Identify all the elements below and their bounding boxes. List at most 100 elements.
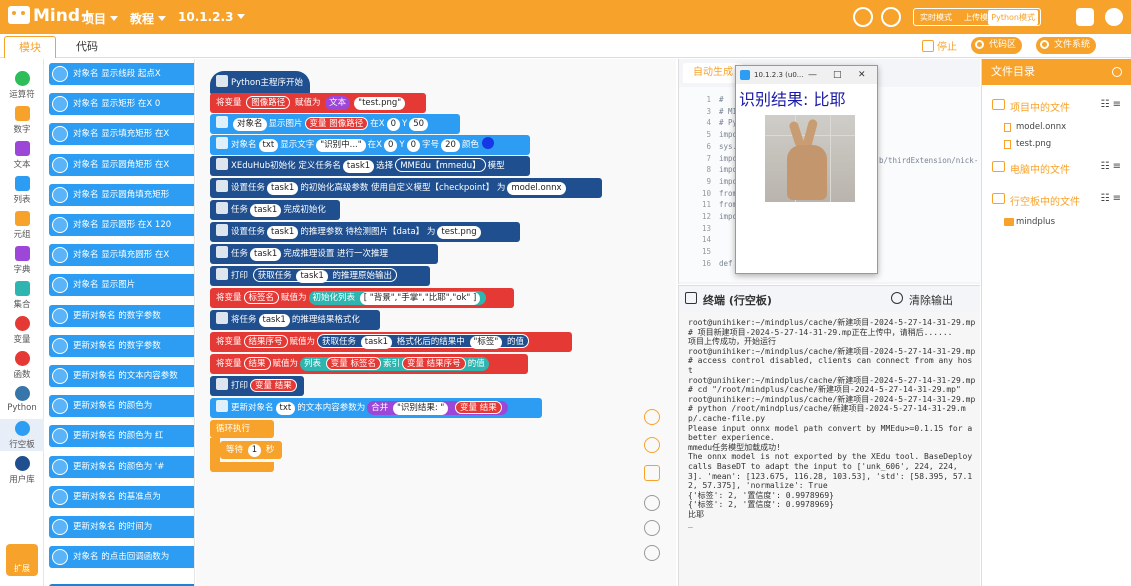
category-2[interactable]: 文本	[0, 139, 44, 171]
line-number: 6	[706, 141, 711, 151]
connect-icon[interactable]	[853, 7, 873, 27]
block-xeduhub-init[interactable]: XEduHub初始化 定义任务名 task1 选择 MMEdu【mmedu】 模型	[210, 156, 530, 176]
tab-auto-generate[interactable]: 自动生成	[683, 63, 743, 83]
block-set-infer-params[interactable]: 设置任务 task1 的推理参数 待检测图片【data】 为 test.png	[210, 222, 520, 242]
pc-files-section[interactable]: 电脑中的文件	[992, 161, 1070, 176]
terminal-line: _	[688, 519, 693, 529]
block-flyout: 对象名 显示线段 起点X 对象名 显示矩形 在X 0 对象名 显示填充矩形 在X 对象…	[45, 59, 195, 586]
menu-project[interactable]: 项目	[82, 10, 119, 27]
flyout-block[interactable]: 对象名 显示矩形 在X 0	[49, 93, 194, 116]
file-item[interactable]: test.png	[1002, 139, 1051, 149]
block-loop-forever[interactable]: 循环执行	[210, 420, 274, 438]
clear-icon[interactable]	[891, 292, 903, 304]
pc-section-actions[interactable]: ☷ ≡	[1100, 161, 1121, 172]
block-format-result[interactable]: 将任务 task1 的推理结果格式化	[210, 310, 380, 330]
category-6[interactable]: 集合	[0, 279, 44, 311]
block-workspace[interactable]: Python主程序开始 将变量 图像路径 赋值为 文本 "test.png" 对象…	[196, 59, 676, 586]
block-update-text[interactable]: 更新对象名 txt 的文本内容参数为 合并 "识别结果: " 变量 结果	[210, 398, 542, 418]
flyout-block[interactable]: 对象名 显示圆角矩形 在X	[49, 153, 194, 176]
flyout-block[interactable]: 对象名 显示填充圆形 在X	[49, 244, 194, 267]
minimize-icon[interactable]: —	[808, 66, 817, 84]
category-0[interactable]: 运算符	[0, 69, 44, 101]
block-set-init-params[interactable]: 设置任务 task1 的初始化高级参数 使用自定义模型【checkpoint】 为m…	[210, 178, 602, 198]
flyout-block[interactable]: 对象名 显示填充矩形 在X	[49, 123, 194, 146]
cube-icon	[216, 224, 228, 236]
board-section-actions[interactable]: ☷ ≡	[1100, 193, 1121, 204]
category-4[interactable]: 元组	[0, 209, 44, 241]
stop-button[interactable]: 停止	[922, 38, 957, 53]
flyout-block[interactable]: 更新对象名 的文本内容参数	[49, 365, 194, 387]
category-3[interactable]: 列表	[0, 174, 44, 206]
zoom-out-icon[interactable]	[644, 520, 660, 536]
code-area-button[interactable]: 代码区	[971, 37, 1023, 54]
zoom-reset-icon[interactable]	[644, 545, 660, 561]
window-title-bar[interactable]: 10.1.2.3 (u0... — □ ✕	[736, 66, 877, 84]
crop-icon[interactable]	[644, 465, 660, 481]
gear-icon[interactable]	[1105, 8, 1123, 26]
close-icon[interactable]: ✕	[858, 66, 866, 84]
block-main-start[interactable]: Python主程序开始	[210, 71, 310, 95]
terminal-output[interactable]: root@unihiker:~/mindplus/cache/新建项目-2024…	[678, 312, 980, 586]
flyout-block[interactable]: 更新对象名 的时间为	[49, 516, 194, 538]
project-section-actions[interactable]: ☷ ≡	[1100, 99, 1121, 110]
category-1[interactable]: 数字	[0, 104, 44, 136]
flyout-block[interactable]: 对象名 显示圆形 在X 120	[49, 214, 194, 236]
extension-button[interactable]: 扩展	[6, 544, 38, 576]
flyout-block[interactable]: 更新对象名 的数字参数	[49, 334, 194, 357]
board-files-section[interactable]: 行空板中的文件	[992, 193, 1080, 208]
project-files-section[interactable]: 项目中的文件	[992, 99, 1070, 114]
flyout-block[interactable]: 对象名 显示线段 起点X	[49, 63, 194, 85]
category-8[interactable]: 函数	[0, 349, 44, 381]
mode-python[interactable]: Python模式	[988, 10, 1038, 25]
edit-icon[interactable]	[881, 7, 901, 27]
flyout-block[interactable]: 更新对象名 的颜色为 '#	[49, 455, 194, 478]
category-11[interactable]: 用户库	[0, 454, 44, 486]
flyout-block[interactable]: 更新对象名 的基准点为	[49, 485, 194, 508]
category-9[interactable]: Python	[0, 384, 44, 416]
python-icon	[216, 75, 228, 87]
file-system-button[interactable]: 文件系统	[1036, 37, 1097, 54]
block-show-image[interactable]: 对象名 显示图片 变量 图像路径 在X 0 Y 50	[210, 114, 460, 134]
block-set-result[interactable]: 将变量 结果 赋值为 列表 变量 标签名 索引 变量 结果序号 的值	[210, 354, 528, 374]
block-set-image-path[interactable]: 将变量 图像路径 赋值为 文本 "test.png"	[210, 93, 426, 113]
redo-icon[interactable]	[644, 437, 660, 453]
terminal-line: root@unihiker:~/mindplus/cache/新建项目-2024…	[688, 394, 976, 423]
block-task-init-done[interactable]: 任务 task1 完成初始化	[210, 200, 340, 220]
category-label: 元组	[13, 230, 31, 240]
flyout-block[interactable]: 对象名 显示图片	[49, 274, 194, 297]
folder-item[interactable]: mindplus	[1002, 217, 1055, 227]
block-wait[interactable]: 等待 1 秒	[220, 441, 282, 459]
maximize-icon[interactable]: □	[833, 66, 842, 84]
flyout-block[interactable]: 对象名 的点击回调函数为	[49, 546, 194, 569]
flyout-block[interactable]: 更新对象名 的颜色为	[49, 395, 194, 418]
hand-gesture-image	[765, 115, 855, 202]
category-5[interactable]: 字典	[0, 244, 44, 276]
block-set-result-index[interactable]: 将变量 结果序号 赋值为 获取任务 task1 格式化后的结果中 "标签" 的值	[210, 332, 572, 352]
zoom-in-icon[interactable]	[644, 495, 660, 511]
robot-avatar-icon[interactable]	[1076, 8, 1094, 26]
file-directory-panel: 文件目录 项目中的文件 ☷ ≡ model.onnx test.png 电脑中的…	[981, 59, 1131, 586]
file-item[interactable]: model.onnx	[1002, 122, 1066, 132]
flyout-block[interactable]: 更新对象名 的数字参数	[49, 304, 194, 327]
category-7[interactable]: 变量	[0, 314, 44, 346]
flyout-block[interactable]: 对象名 显示圆角填充矩形	[49, 183, 194, 206]
tab-blocks[interactable]: 模块	[4, 36, 56, 58]
cube-icon	[216, 158, 228, 170]
menu-tutorial[interactable]: 教程	[130, 10, 167, 27]
block-set-label-list[interactable]: 将变量 标签名 赋值为 初始化列表 [ "背景","手掌","比耶","ok" ]	[210, 288, 514, 308]
category-icon	[14, 316, 30, 331]
menu-version[interactable]: 10.1.2.3	[178, 10, 246, 24]
color-swatch[interactable]	[481, 137, 494, 149]
block-show-text[interactable]: 对象名 txt 显示文字 "识别中..." 在X 0 Y 0 字号 20 颜色	[210, 135, 530, 155]
mode-realtime[interactable]: 实时模式	[920, 12, 952, 23]
undo-icon[interactable]	[644, 409, 660, 425]
category-10[interactable]: 行空板	[0, 419, 44, 451]
block-print-raw-output[interactable]: 打印 获取任务 task1 的推理原始输出	[210, 266, 430, 286]
flyout-block[interactable]: 更新对象名 的颜色为 红	[49, 425, 194, 448]
tab-code[interactable]: 代码	[60, 36, 114, 58]
block-print-result[interactable]: 打印 变量 结果	[210, 376, 304, 396]
clear-output-button[interactable]: 清除输出	[909, 292, 953, 308]
block-run-inference[interactable]: 任务 task1 完成推理设置 进行一次推理	[210, 244, 438, 264]
refresh-icon[interactable]	[1112, 67, 1122, 77]
terminal-icon	[685, 292, 697, 304]
